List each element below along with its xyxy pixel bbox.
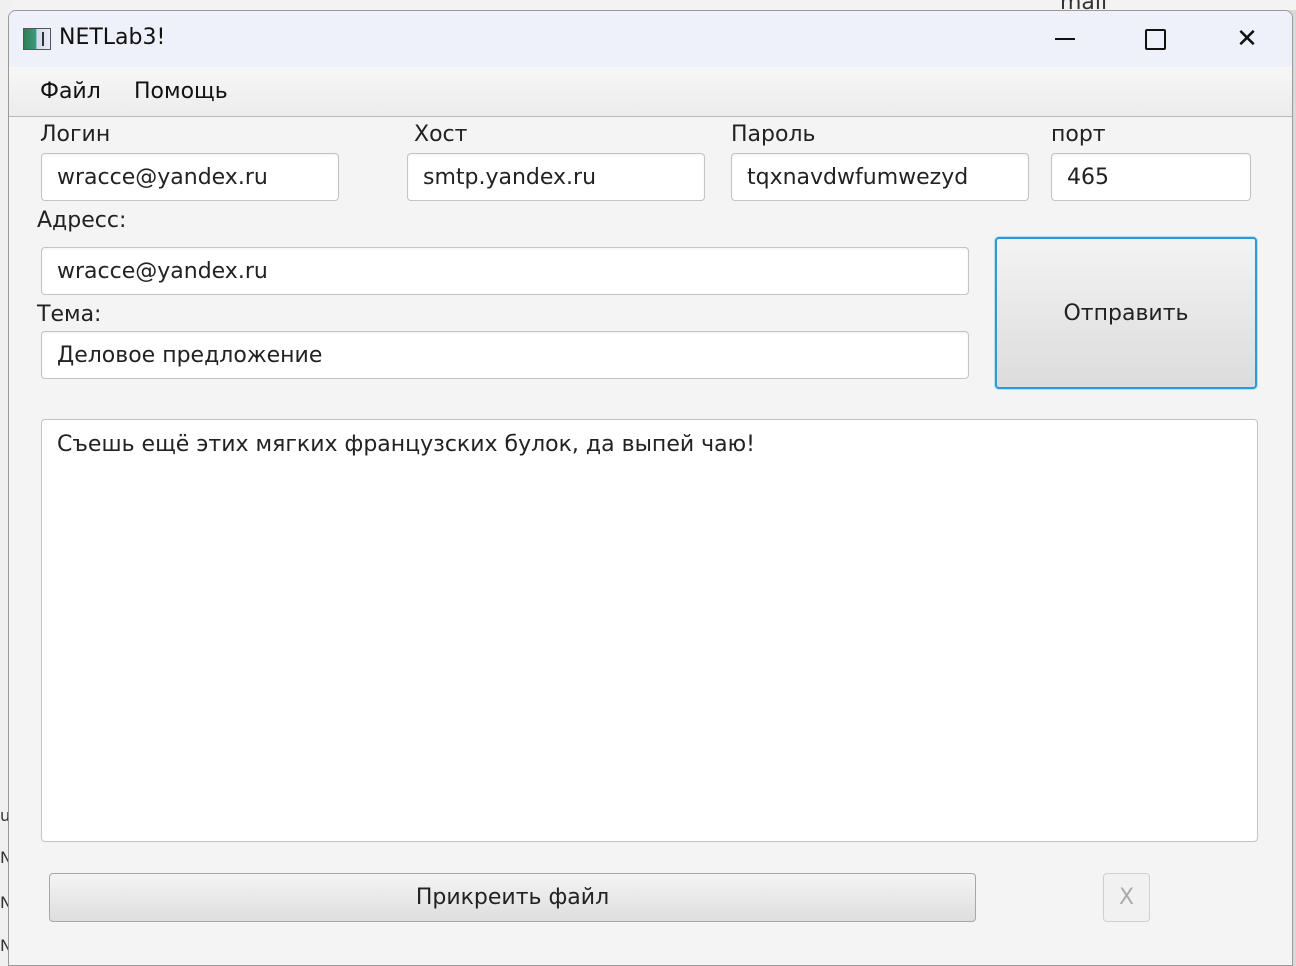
message-body-textarea[interactable]: Съешь ещё этих мягких французских булок,… — [41, 419, 1258, 842]
login-label: Логин — [40, 122, 111, 147]
send-button-label: Отправить — [1063, 300, 1189, 326]
maximize-icon — [1144, 28, 1166, 50]
minimize-icon — [1055, 38, 1075, 40]
password-input[interactable] — [731, 153, 1029, 201]
app-window-icon — [23, 28, 51, 50]
remove-attachment-button[interactable]: X — [1103, 873, 1150, 922]
subject-input[interactable] — [41, 331, 969, 379]
login-input[interactable] — [41, 153, 339, 201]
menu-file[interactable]: Файл — [40, 79, 101, 104]
minimize-button[interactable] — [1019, 11, 1111, 67]
menu-help[interactable]: Помощь — [134, 79, 228, 104]
host-label: Хост — [414, 122, 468, 147]
attach-file-button[interactable]: Прикреить файл — [49, 873, 976, 922]
port-label: порт — [1051, 122, 1106, 147]
app-window: NETLab3! ✕ Файл Помощь Логин Хост Пароль… — [8, 10, 1293, 966]
close-button[interactable]: ✕ — [1201, 11, 1292, 67]
close-icon: ✕ — [1236, 24, 1258, 54]
window-title: NETLab3! — [59, 25, 166, 50]
password-label: Пароль — [731, 122, 816, 147]
remove-attachment-label: X — [1118, 885, 1135, 910]
attach-file-label: Прикреить файл — [415, 885, 610, 910]
host-input[interactable] — [407, 153, 705, 201]
port-input[interactable] — [1051, 153, 1251, 201]
subject-label: Тема: — [37, 302, 102, 327]
maximize-button[interactable] — [1109, 11, 1201, 67]
title-bar[interactable]: NETLab3! ✕ — [9, 11, 1292, 67]
send-button[interactable]: Отправить — [995, 237, 1257, 389]
address-label: Адресс: — [37, 208, 127, 233]
menu-bar: Файл Помощь — [9, 67, 1292, 117]
address-input[interactable] — [41, 247, 969, 295]
